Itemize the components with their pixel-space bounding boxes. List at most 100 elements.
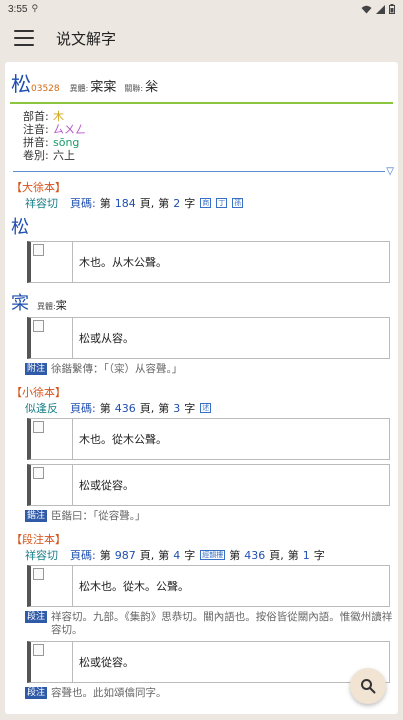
related-value[interactable]: 枀 <box>145 76 158 95</box>
status-time: 3:55 <box>8 3 28 15</box>
entry-card[interactable]: 松或從容。 <box>27 641 390 683</box>
note-text: 祥容切。九部。《集韵》思恭切。關內語也。按俗皆從關內語。惟徽州讀祥容切。 <box>51 611 393 636</box>
source-tag[interactable]: 丁 <box>216 198 228 208</box>
source-tag[interactable]: 經韻樓 <box>200 550 226 560</box>
entry-card[interactable]: 松或從容。 <box>27 464 390 506</box>
note-row: 鍇注 臣鍇曰：「從容聲。」 <box>11 510 394 523</box>
variant-label: 異體: <box>69 84 89 93</box>
note-badge: 鍇注 <box>25 510 48 522</box>
entry-text: 木也。从木公聲。 <box>79 256 167 269</box>
note-text: 臣鍇曰：「從容聲。」 <box>51 510 146 522</box>
note-row: 附注 徐鍇繫傳：「（寀）从容聲。」 <box>11 363 394 376</box>
note-row: 段注 容聲也。此如頌㒆同字。 <box>11 687 394 700</box>
entry-content[interactable]: 松 03528 異體: 寀寀 關聯: 枀 部首: 木 注音: ㄙㄨㄥ 拼音: sōng… <box>5 62 398 714</box>
variant-char: 寀 <box>11 293 29 314</box>
page-label: 頁碼: <box>70 402 96 415</box>
fanqie: 祥容切 <box>25 197 58 210</box>
seal-image <box>31 318 73 358</box>
page-di: 第 <box>99 549 111 562</box>
fanqie: 似逢反 <box>25 402 58 415</box>
char-di-2: 第 <box>287 549 299 562</box>
volume-label: 卷別: <box>23 149 49 162</box>
app-bar: 说文解字 <box>0 18 403 58</box>
section-daxu: 【大徐本】 祥容切 頁碼: 第 184 頁, 第 2 字 商 丁 孫 松 木也。… <box>5 179 398 376</box>
info-block: 部首: 木 注音: ㄙㄨㄥ 拼音: sōng 卷別: 六上 <box>5 104 398 162</box>
char-di: 第 <box>158 197 170 210</box>
radical-value[interactable]: 木 <box>53 110 64 123</box>
app-title: 说文解字 <box>56 29 117 48</box>
page-label: 頁碼: <box>70 549 96 562</box>
seal-image <box>31 642 73 682</box>
edition-title: 【大徐本】 <box>11 181 66 194</box>
entry-card[interactable]: 木也。從木公聲。 <box>27 418 390 460</box>
char-zi: 字 <box>184 549 196 562</box>
char-number: 2 <box>173 196 181 210</box>
search-icon: ⚲ <box>31 4 39 14</box>
seal-image <box>31 465 73 505</box>
char-number: 3 <box>173 401 181 415</box>
page-ye: 頁, <box>139 549 155 562</box>
variant-value[interactable]: 寀寀 <box>90 76 116 95</box>
collapse-triangle-icon[interactable]: ▽ <box>386 166 394 177</box>
variant-value[interactable]: 寀 <box>56 297 67 313</box>
page-di-2: 第 <box>229 549 241 562</box>
page-ye: 頁, <box>139 197 155 210</box>
note-badge: 附注 <box>25 363 48 375</box>
char-number: 4 <box>173 548 181 562</box>
note-badge: 段注 <box>25 687 48 699</box>
source-tag[interactable]: 述 <box>200 403 212 413</box>
page-label: 頁碼: <box>70 197 96 210</box>
page-number: 987 <box>114 548 136 562</box>
note-row: 段注 祥容切。九部。《集韵》思恭切。關內語也。按俗皆從關內語。惟徽州讀祥容切。 <box>11 611 394 637</box>
seal-image <box>31 242 73 282</box>
entry-text: 松或從容。 <box>79 656 134 669</box>
char-di: 第 <box>158 402 170 415</box>
pinyin-value: sōng <box>53 136 80 149</box>
variant-line: 寀 異體: 寀 <box>11 287 398 315</box>
entry-text: 松木也。從木。公聲。 <box>79 580 189 593</box>
note-badge: 段注 <box>25 611 48 623</box>
entry-text: 松或从容。 <box>79 332 134 345</box>
seal-image <box>31 419 73 459</box>
head-char: 松 <box>11 72 31 96</box>
zhuyin-value: ㄙㄨㄥ <box>53 123 86 136</box>
char-zi: 字 <box>184 197 196 210</box>
entry-card[interactable]: 松木也。從木。公聲。 <box>27 565 390 607</box>
edition-meta: 似逢反 頁碼: 第 436 頁, 第 3 字 述 <box>11 400 398 416</box>
search-fab[interactable] <box>350 668 386 704</box>
note-text: 徐鍇繫傳：「（寀）从容聲。」 <box>51 363 183 375</box>
volume-value: 六上 <box>53 149 75 162</box>
pinyin-label: 拼音: <box>23 136 49 149</box>
page-number: 436 <box>114 401 136 415</box>
related-label: 關聯: <box>124 84 144 93</box>
source-tag[interactable]: 商 <box>200 198 212 208</box>
page-ye: 頁, <box>139 402 155 415</box>
menu-icon[interactable] <box>14 30 34 46</box>
edition-meta: 祥容切 頁碼: 第 184 頁, 第 2 字 商 丁 孫 <box>11 195 398 211</box>
char-zi: 字 <box>184 402 196 415</box>
radical-label: 部首: <box>23 110 49 123</box>
page-number: 184 <box>114 196 136 210</box>
search-icon <box>361 679 376 694</box>
edition-title: 【小徐本】 <box>11 386 66 399</box>
entry-card[interactable]: 松或从容。 <box>27 317 390 359</box>
char-di: 第 <box>158 549 170 562</box>
status-bar: 3:55 ⚲ <box>0 0 403 18</box>
section-divider[interactable]: ▽ <box>13 166 394 177</box>
zhuyin-label: 注音: <box>23 123 49 136</box>
page-number-2: 436 <box>244 548 266 562</box>
edition-title: 【段注本】 <box>11 533 66 546</box>
section-duanzhu: 【段注本】 祥容切 頁碼: 第 987 頁, 第 4 字 經韻樓 第 436 頁… <box>5 531 398 700</box>
page-di: 第 <box>99 402 111 415</box>
entry-header: 松 03528 異體: 寀寀 關聯: 枀 <box>5 62 398 97</box>
entry-text: 木也。從木公聲。 <box>79 433 167 446</box>
source-tag[interactable]: 孫 <box>232 198 244 208</box>
entry-char: 松 <box>11 217 29 238</box>
battery-icon <box>389 4 395 14</box>
edition-meta: 祥容切 頁碼: 第 987 頁, 第 4 字 經韻樓 第 436 頁, 第 1 … <box>11 547 398 563</box>
entry-card[interactable]: 木也。从木公聲。 <box>27 241 390 283</box>
section-xiaoxu: 【小徐本】 似逢反 頁碼: 第 436 頁, 第 3 字 述 木也。從木公聲。 … <box>5 384 398 523</box>
head-number: 03528 <box>31 84 60 94</box>
fanqie: 祥容切 <box>25 549 58 562</box>
page-di: 第 <box>99 197 111 210</box>
